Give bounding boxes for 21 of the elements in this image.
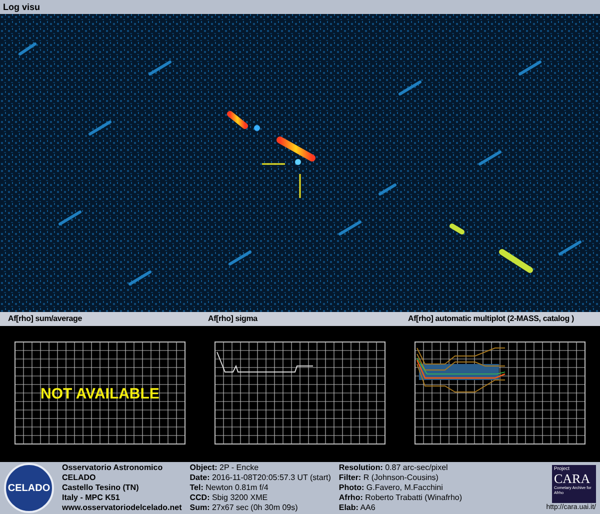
- observation-detail: Date: 2016-11-08T20:05:57.3 UT (start): [190, 473, 331, 483]
- observation-detail: Object: 2P - Encke: [190, 463, 260, 473]
- observatory-info: Italy - MPC K51: [62, 493, 121, 503]
- observation-detail: Afrho: Roberto Trabatti (Winafrho): [338, 493, 462, 503]
- observatory-info: CELADO: [62, 473, 97, 483]
- observation-detail: Tel: Newton 0.81m f/4: [190, 483, 270, 493]
- panel-title: Af[rho] automatic multiplot (2-MASS, catalog ): [408, 314, 574, 323]
- window-title: Log visu: [3, 2, 40, 12]
- observatory-info: Castello Tesino (TN): [62, 483, 140, 493]
- observatory-logo: CELADO: [4, 463, 54, 513]
- observation-detail: Filter: R (Johnson-Cousins): [338, 473, 440, 483]
- observation-detail: Sum: 27x67 sec (0h 30m 09s): [190, 503, 299, 513]
- panel-title: Af[rho] sigma: [208, 314, 258, 323]
- observation-detail: Elab: AA6: [338, 503, 376, 513]
- observatory-info: Osservatorio Astronomico: [62, 463, 164, 473]
- observation-detail: CCD: Sbig 3200 XME: [190, 493, 269, 503]
- panel-title: Af[rho] sum/average: [8, 314, 82, 323]
- observatory-info: www.osservatoriodelcelado.net: [62, 503, 182, 513]
- not-available-label: NOT AVAILABLE: [40, 386, 160, 402]
- observation-detail: Photo: G.Favero, M.Facchini: [338, 483, 444, 493]
- observation-detail: Resolution: 0.87 arc-sec/pixel: [338, 463, 449, 473]
